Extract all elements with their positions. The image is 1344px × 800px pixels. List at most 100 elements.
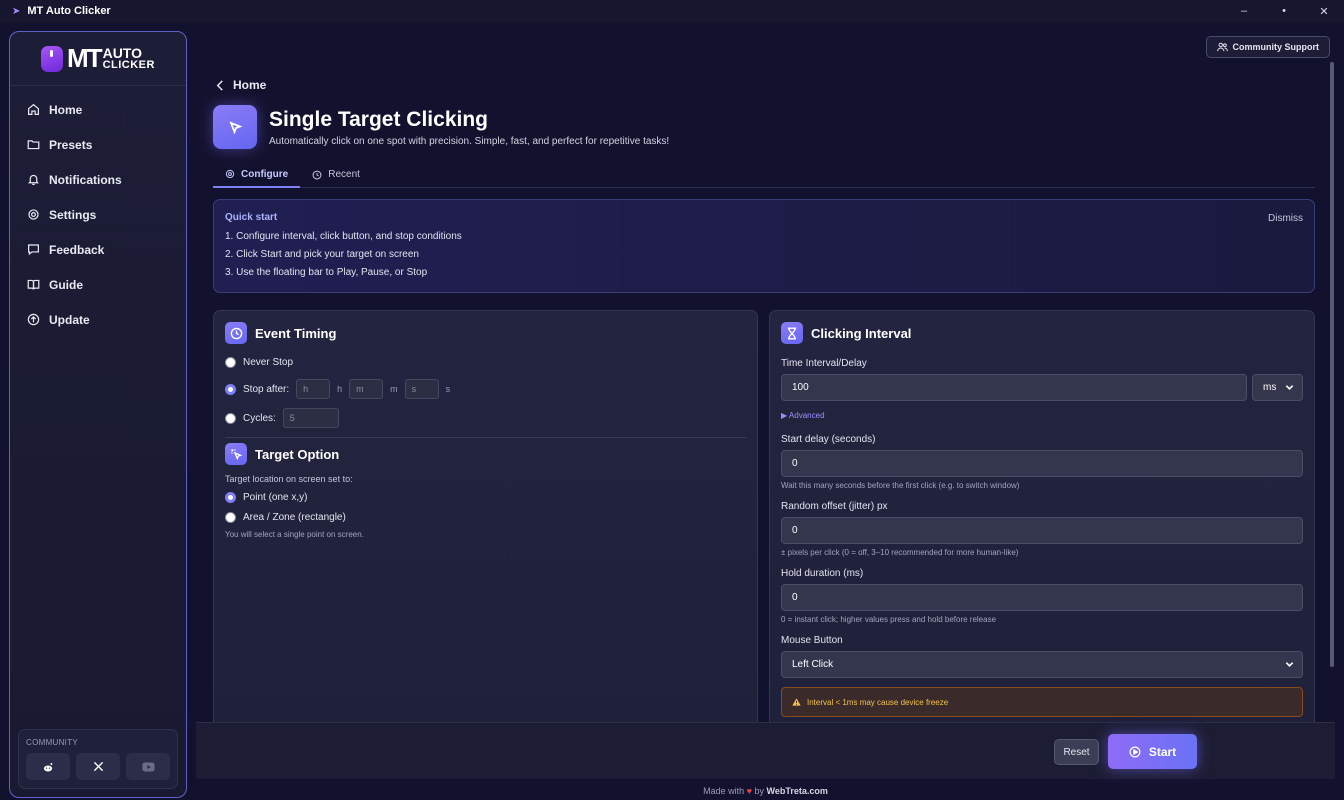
- time-unit-select[interactable]: ms: [1252, 374, 1303, 401]
- x-button[interactable]: [76, 753, 120, 780]
- sidebar-item-notifications[interactable]: Notifications: [10, 162, 186, 197]
- minutes-input[interactable]: m: [349, 379, 384, 399]
- jitter-input[interactable]: 0: [781, 517, 1303, 544]
- clicking-interval-header: Clicking Interval: [781, 322, 911, 344]
- sidebar-nav: Home Presets Notifications Settings Feed…: [10, 86, 186, 337]
- point-option[interactable]: Point (one x,y): [225, 492, 307, 503]
- start-delay-input[interactable]: 0: [781, 450, 1303, 477]
- event-timing-card: Event Timing Never Stop Stop after: h h …: [213, 310, 758, 730]
- cycles-option[interactable]: Cycles: 5: [225, 408, 339, 428]
- main-content: Community Support Home Single Target Cli…: [196, 22, 1335, 800]
- jitter-hint: ± pixels per click (0 = off, 3–10 recomm…: [781, 548, 1019, 557]
- jitter-label: Random offset (jitter) px: [781, 501, 888, 512]
- app-logo[interactable]: MT AUTO CLICKER: [10, 32, 186, 86]
- target-caption: Target location on screen set to:: [225, 474, 353, 484]
- reddit-button[interactable]: [26, 753, 70, 780]
- stop-after-radio[interactable]: [225, 383, 236, 395]
- hourglass-icon: [781, 322, 803, 344]
- sidebar-item-update[interactable]: Update: [10, 302, 186, 337]
- area-option[interactable]: Area / Zone (rectangle): [225, 512, 346, 523]
- reset-button[interactable]: Reset: [1054, 739, 1099, 765]
- mouse-button-select[interactable]: Left Click: [781, 651, 1303, 678]
- book-icon: [27, 279, 40, 290]
- quick-start-panel: Quick start 1. Configure interval, click…: [213, 199, 1315, 293]
- cycles-radio[interactable]: [225, 412, 236, 424]
- sidebar-item-label: Settings: [49, 207, 97, 222]
- upload-icon: [27, 313, 40, 326]
- community-label: COMMUNITY: [26, 738, 79, 747]
- stop-after-option[interactable]: Stop after: h h m m s s: [225, 379, 450, 399]
- page-title: Single Target Clicking: [269, 108, 488, 131]
- sidebar-item-presets[interactable]: Presets: [10, 127, 186, 162]
- start-button[interactable]: Start: [1108, 734, 1197, 769]
- logo-m: MT: [67, 43, 103, 73]
- clock-icon: [312, 170, 322, 179]
- dismiss-button[interactable]: Dismiss: [1268, 213, 1303, 224]
- sidebar-item-home[interactable]: Home: [10, 92, 186, 127]
- sidebar-item-settings[interactable]: Settings: [10, 197, 186, 232]
- logo-text: MT AUTO CLICKER: [67, 43, 155, 74]
- breadcrumb[interactable]: Home: [216, 78, 266, 92]
- hold-duration-input[interactable]: 0: [781, 584, 1303, 611]
- start-delay-label: Start delay (seconds): [781, 434, 876, 445]
- never-stop-option[interactable]: Never Stop: [225, 357, 293, 368]
- quick-start-step: 1. Configure interval, click button, and…: [225, 231, 462, 242]
- never-stop-radio[interactable]: [225, 357, 236, 368]
- cycles-input[interactable]: 5: [282, 408, 339, 428]
- target-option-header: Target Option: [225, 443, 339, 465]
- youtube-button[interactable]: [126, 753, 170, 780]
- by-text: by: [754, 786, 765, 796]
- sidebar-item-feedback[interactable]: Feedback: [10, 232, 186, 267]
- social-links: [26, 753, 170, 780]
- youtube-icon: [141, 762, 155, 771]
- point-radio[interactable]: [225, 492, 236, 503]
- sidebar: MT AUTO CLICKER Home Presets Notificatio…: [9, 31, 187, 798]
- scrollbar[interactable]: [1330, 62, 1334, 667]
- minimize-button[interactable]: –: [1224, 0, 1264, 22]
- mouse-button-value: Left Click: [792, 659, 834, 670]
- time-unit-value: ms: [1263, 382, 1277, 393]
- close-button[interactable]: ✕: [1304, 0, 1344, 22]
- start-label: Start: [1148, 744, 1177, 759]
- sidebar-item-label: Presets: [49, 137, 93, 152]
- clock-icon: [225, 322, 247, 344]
- tab-label: Configure: [241, 168, 289, 180]
- sidebar-item-label: Notifications: [49, 172, 122, 187]
- tab-recent[interactable]: Recent: [300, 162, 372, 187]
- maximize-button[interactable]: •: [1264, 0, 1304, 22]
- community-panel: COMMUNITY: [18, 729, 178, 789]
- target-option-title: Target Option: [255, 446, 340, 462]
- seconds-input[interactable]: s: [404, 379, 439, 399]
- mouse-button-label: Mouse Button: [781, 635, 843, 646]
- brand-link[interactable]: WebTreta.com: [767, 786, 828, 796]
- advanced-toggle[interactable]: ▶ Advanced: [781, 411, 825, 420]
- event-timing-title: Event Timing: [255, 325, 337, 341]
- area-radio[interactable]: [225, 512, 236, 523]
- made-with-footer: Made with ♥ by WebTreta.com: [196, 786, 1335, 796]
- seconds-unit: s: [445, 384, 451, 394]
- warning-icon: [792, 698, 801, 706]
- time-interval-label: Time Interval/Delay: [781, 358, 867, 369]
- sidebar-item-guide[interactable]: Guide: [10, 267, 186, 302]
- minutes-unit: m: [390, 384, 398, 394]
- community-support-button[interactable]: Community Support: [1205, 36, 1330, 58]
- window-titlebar: ➤ MT Auto Clicker – • ✕: [0, 0, 1344, 22]
- logo-stack: AUTO CLICKER: [103, 46, 155, 71]
- target-hint: You will select a single point on screen…: [225, 530, 364, 539]
- message-icon: [28, 244, 39, 256]
- point-label: Point (one x,y): [243, 492, 308, 503]
- hold-duration-hint: 0 = instant click; higher values press a…: [781, 615, 997, 624]
- warning-text: Interval < 1ms may cause device freeze: [807, 697, 949, 707]
- event-timing-header: Event Timing: [225, 322, 336, 344]
- quick-start-step: 2. Click Start and pick your target on s…: [225, 249, 419, 260]
- hours-input[interactable]: h: [296, 379, 331, 399]
- tab-configure[interactable]: Configure: [213, 162, 301, 188]
- cursor-click-icon: [213, 105, 257, 149]
- chevron-left-icon: [216, 79, 223, 91]
- time-interval-input[interactable]: 100: [781, 374, 1247, 401]
- home-icon: [28, 103, 39, 115]
- interval-warning: Interval < 1ms may cause device freeze: [781, 687, 1303, 717]
- app-cursor-icon: ➤: [12, 5, 21, 17]
- sidebar-item-label: Home: [49, 102, 83, 117]
- breadcrumb-home: Home: [233, 78, 267, 92]
